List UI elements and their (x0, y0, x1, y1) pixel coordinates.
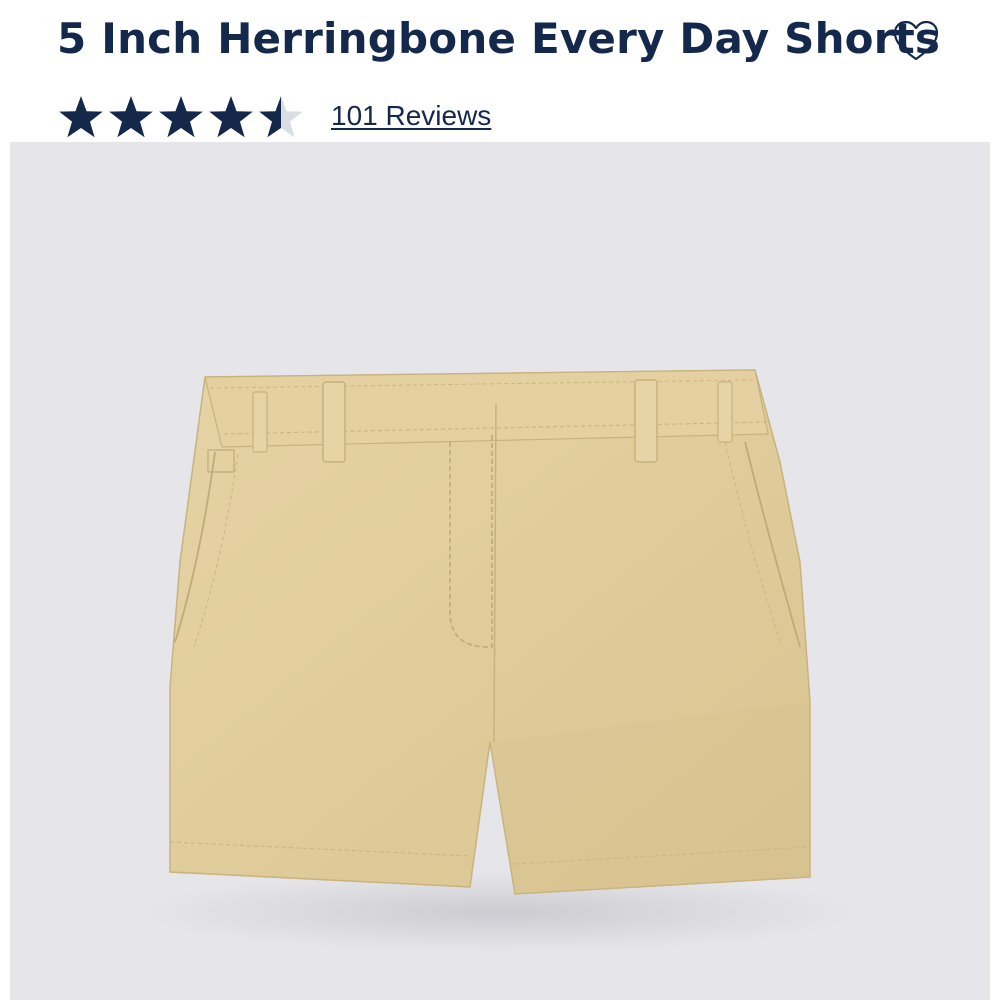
star-icon (109, 96, 153, 138)
product-image-shorts (140, 369, 860, 952)
star-icon (59, 96, 103, 138)
wishlist-button[interactable] (888, 16, 944, 66)
product-title: 5 Inch Herringbone Every Day Shorts (57, 14, 941, 63)
reviews-link[interactable]: 101 Reviews (331, 98, 491, 134)
star-icon (159, 96, 203, 138)
rating-stars (57, 94, 307, 140)
star-icon (209, 96, 253, 138)
heart-outline-icon (893, 20, 939, 61)
product-image-panel[interactable] (10, 142, 990, 1000)
product-rating[interactable] (57, 93, 307, 141)
product-header: 5 Inch Herringbone Every Day Shorts 101 … (0, 0, 1000, 142)
star-icon (259, 96, 303, 138)
product-page: 5 Inch Herringbone Every Day Shorts 101 … (0, 0, 1000, 1000)
